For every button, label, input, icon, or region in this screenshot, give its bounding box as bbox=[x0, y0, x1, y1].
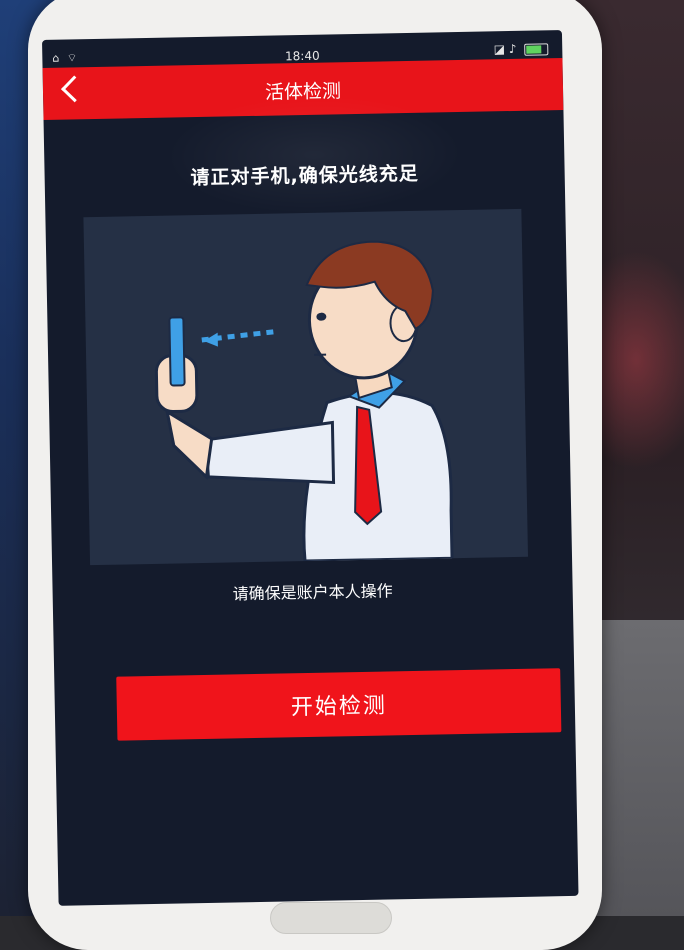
person-holding-phone-illustration bbox=[154, 240, 454, 563]
status-right-icons: ◪ ♪ bbox=[493, 41, 549, 57]
phone-screen: ⌂ ⌔ 18:40 ◪ ♪ 活体检测 请正对手机,确保光线充足 请确保是账户本人… bbox=[42, 30, 579, 906]
home-button[interactable] bbox=[270, 902, 392, 934]
page-title: 活体检测 bbox=[264, 80, 342, 104]
battery-icon bbox=[524, 42, 549, 56]
face-detection-illustration bbox=[83, 208, 529, 566]
start-detection-button[interactable]: 开始检测 bbox=[116, 668, 562, 741]
instruction-text: 请正对手机,确保光线充足 bbox=[190, 162, 419, 190]
status-icons: ◪ ♪ bbox=[493, 41, 517, 57]
caption-text: 请确保是账户本人操作 bbox=[232, 581, 393, 604]
navigation-bar: 活体检测 bbox=[42, 58, 564, 120]
